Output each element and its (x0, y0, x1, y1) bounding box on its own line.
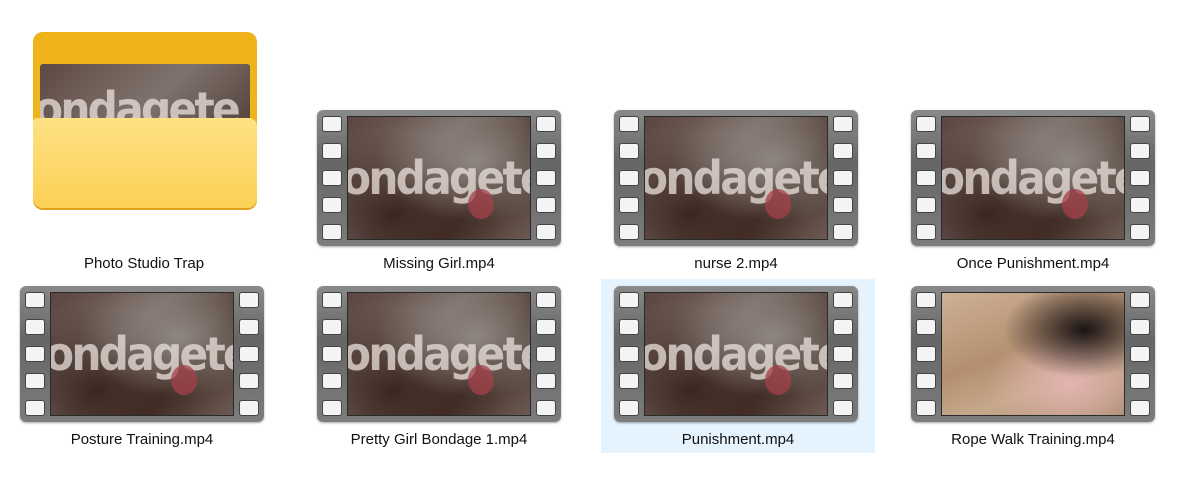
file-item-video[interactable]: ondagete nurse 2.mp4 (601, 100, 871, 280)
file-item-video[interactable]: ondagete Posture Training.mp4 (7, 276, 277, 454)
video-thumbnail (911, 286, 1155, 422)
watermark-text: ondagete (347, 151, 531, 205)
folder-icon: ondagete (0, 0, 300, 240)
file-name: nurse 2.mp4 (694, 255, 778, 272)
file-name: Pretty Girl Bondage 1.mp4 (350, 431, 528, 448)
file-item-video[interactable]: ondagete Missing Girl.mp4 (304, 100, 574, 280)
video-thumbnail: ondagete (614, 110, 858, 246)
watermark-text: ondagete (941, 151, 1125, 205)
watermark-text: ondagete (644, 327, 828, 381)
file-item-video-selected[interactable]: ondagete Punishment.mp4 (601, 279, 875, 453)
video-thumbnail: ondagete (911, 110, 1155, 246)
video-thumbnail: ondagete (614, 286, 858, 422)
file-item-video[interactable]: Rope Walk Training.mp4 (898, 276, 1168, 454)
video-frame-photo (941, 292, 1125, 416)
watermark-text: ondagete (644, 151, 828, 205)
watermark-text: ondagete (50, 327, 234, 381)
video-thumbnail: ondagete (20, 286, 264, 422)
file-name: Posture Training.mp4 (70, 431, 214, 448)
file-name: Photo Studio Trap (83, 255, 205, 272)
file-name: Once Punishment.mp4 (956, 255, 1110, 272)
file-name: Rope Walk Training.mp4 (951, 431, 1115, 448)
file-item-folder[interactable]: ondagete Photo Studio Trap (5, 20, 283, 280)
file-item-video[interactable]: ondagete Once Punishment.mp4 (898, 100, 1168, 280)
file-name: Punishment.mp4 (681, 431, 795, 448)
video-thumbnail: ondagete (317, 110, 561, 246)
watermark-text: ondagete (347, 327, 531, 381)
video-thumbnail: ondagete (317, 286, 561, 422)
file-item-video[interactable]: ondagete Pretty Girl Bondage 1.mp4 (304, 276, 574, 454)
file-name: Missing Girl.mp4 (383, 255, 495, 272)
